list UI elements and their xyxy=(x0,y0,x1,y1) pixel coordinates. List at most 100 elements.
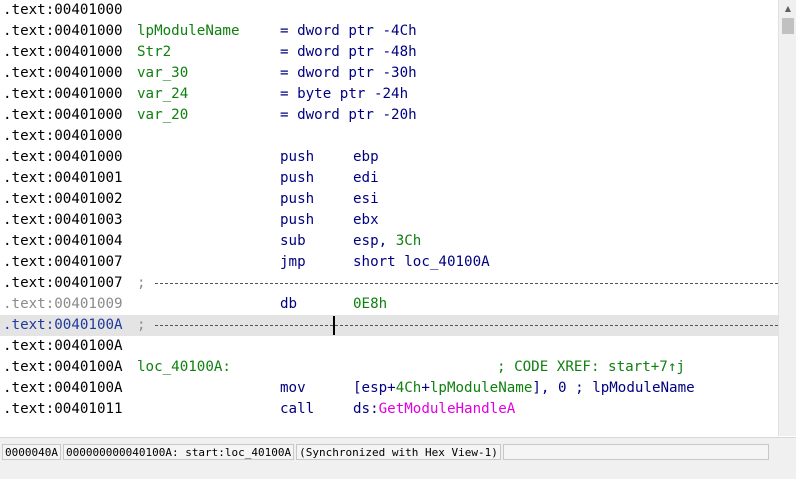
instruction-operands[interactable]: esp, 3Ch xyxy=(353,231,421,252)
operand-text[interactable]: esp, xyxy=(353,233,396,249)
status-cell: 000000000040100A: start:loc_40100A xyxy=(62,444,295,460)
instruction-mnemonic[interactable]: sub xyxy=(280,231,306,252)
listing-line[interactable]: .text:00401011 call ds:GetModuleHandleA xyxy=(0,399,778,420)
line-address[interactable]: .text:00401011 xyxy=(3,399,123,420)
listing-line[interactable]: .text:00401000 push ebp xyxy=(0,147,778,168)
vertical-scrollbar[interactable]: ▲ xyxy=(778,0,796,436)
line-address[interactable]: .text:00401000 xyxy=(3,0,123,21)
operand-text[interactable]: + xyxy=(421,380,430,396)
separator-line xyxy=(155,283,778,284)
instruction-operands[interactable]: esi xyxy=(353,189,379,210)
instruction-mnemonic[interactable]: push xyxy=(280,189,314,210)
status-bar: 0000040A 000000000040100A: start:loc_4010… xyxy=(0,437,796,479)
line-address[interactable]: .text:00401001 xyxy=(3,168,123,189)
stack-var-definition: = dword ptr -20h xyxy=(280,107,417,123)
instruction-mnemonic[interactable]: push xyxy=(280,147,314,168)
status-cells: 0000040A 000000000040100A: start:loc_4010… xyxy=(2,444,771,460)
line-address[interactable]: .text:0040100A xyxy=(3,378,123,399)
line-address[interactable]: .text:0040100A xyxy=(3,315,123,336)
status-cell xyxy=(502,444,769,460)
stack-var-name[interactable]: var_24 xyxy=(137,84,188,105)
code-label[interactable]: loc_40100A: xyxy=(137,357,231,378)
stack-var-name[interactable]: var_30 xyxy=(137,63,188,84)
listing-line[interactable]: .text:00401009 db 0E8h xyxy=(0,294,778,315)
instruction-operands[interactable]: 0E8h xyxy=(353,294,387,315)
instruction-operands[interactable]: ds:GetModuleHandleA xyxy=(353,399,515,420)
status-cell: (Synchronized with Hex View-1) xyxy=(296,444,501,460)
instruction-mnemonic[interactable]: mov xyxy=(280,378,306,399)
separator-comment: ; xyxy=(137,317,146,333)
disassembly-view[interactable]: .text:00401000 .text:00401000 lpModuleName… xyxy=(0,0,778,436)
listing-line[interactable]: .text:00401003 push ebx xyxy=(0,210,778,231)
instruction-operands[interactable]: edi xyxy=(353,168,379,189)
operand-text[interactable]: ebx xyxy=(353,212,379,228)
line-address[interactable]: .text:00401000 xyxy=(3,21,123,42)
stack-var-definition: = dword ptr -4Ch xyxy=(280,23,417,39)
stack-var-name[interactable]: var_20 xyxy=(137,105,188,126)
line-address[interactable]: .text:00401000 xyxy=(3,42,123,63)
listing-line[interactable]: .text:00401000 xyxy=(0,0,778,21)
operand-text[interactable]: ], 0 ; xyxy=(532,380,592,396)
line-address[interactable]: .text:00401004 xyxy=(3,231,123,252)
instruction-mnemonic[interactable]: jmp xyxy=(280,252,306,273)
stack-var-name[interactable]: lpModuleName xyxy=(137,21,240,42)
line-address[interactable]: .text:00401003 xyxy=(3,210,123,231)
line-address[interactable]: .text:0040100A xyxy=(3,336,123,357)
operand-number[interactable]: 3Ch xyxy=(396,233,422,249)
operand-text[interactable]: [esp+ xyxy=(353,380,396,396)
status-cell: 0000040A xyxy=(2,444,61,460)
instruction-mnemonic[interactable]: push xyxy=(280,210,314,231)
line-address[interactable]: .text:00401009 xyxy=(3,294,123,315)
instruction-operands[interactable]: ebp xyxy=(353,147,379,168)
operand-comment[interactable]: lpModuleName xyxy=(592,380,695,396)
listing-line[interactable]: .text:0040100A loc_40100A: ; CODE XREF: st… xyxy=(0,357,778,378)
instruction-mnemonic[interactable]: push xyxy=(280,168,314,189)
listing-line[interactable]: .text:0040100A xyxy=(0,336,778,357)
listing-line[interactable]: .text:00401007; xyxy=(0,273,778,294)
line-address[interactable]: .text:00401000 xyxy=(3,126,123,147)
separator-comment: ; xyxy=(137,275,146,291)
instruction-operands[interactable]: short loc_40100A xyxy=(353,252,490,273)
import-name[interactable]: GetModuleHandleA xyxy=(379,401,516,417)
line-address[interactable]: .text:00401002 xyxy=(3,189,123,210)
listing-line[interactable]: .text:00401007 jmp short loc_40100A xyxy=(0,252,778,273)
xref-comment[interactable]: ; CODE XREF: start+7↑j xyxy=(497,357,685,378)
operand-number[interactable]: 4Ch xyxy=(396,380,422,396)
listing-line[interactable]: .text:00401000 Str2 = dword ptr -48h xyxy=(0,42,778,63)
operand-text[interactable]: short loc_40100A xyxy=(353,254,490,270)
scroll-up-arrow-icon[interactable]: ▲ xyxy=(779,0,796,17)
instruction-operands[interactable]: ebx xyxy=(353,210,379,231)
stack-var-name[interactable]: Str2 xyxy=(137,42,171,63)
listing-line[interactable]: .text:00401000 var_20 = dword ptr -20h xyxy=(0,105,778,126)
listing-line[interactable]: .text:00401002 push esi xyxy=(0,189,778,210)
listing-line[interactable]: .text:0040100A mov [esp+4Ch+lpModuleName],… xyxy=(0,378,778,399)
instruction-mnemonic[interactable]: call xyxy=(280,399,314,420)
instruction-mnemonic[interactable]: db xyxy=(280,294,297,315)
line-address[interactable]: .text:00401000 xyxy=(3,147,123,168)
operand-symbol[interactable]: lpModuleName xyxy=(430,380,533,396)
listing-line[interactable]: .text:0040100A; xyxy=(0,315,778,336)
line-address[interactable]: .text:00401000 xyxy=(3,84,123,105)
stack-var-definition: = dword ptr -48h xyxy=(280,44,417,60)
operand-number[interactable]: 0E8h xyxy=(353,296,387,312)
line-address[interactable]: .text:00401000 xyxy=(3,63,123,84)
operand-text[interactable]: ds: xyxy=(353,401,379,417)
listing-line[interactable]: .text:00401000 var_24 = byte ptr -24h xyxy=(0,84,778,105)
separator-line xyxy=(155,325,778,326)
line-address[interactable]: .text:00401007 xyxy=(3,252,123,273)
listing-line[interactable]: .text:00401000 xyxy=(0,126,778,147)
instruction-operands[interactable]: [esp+4Ch+lpModuleName], 0 ; lpModuleName xyxy=(353,378,695,399)
listing-line[interactable]: .text:00401000 lpModuleName = dword ptr -4… xyxy=(0,21,778,42)
listing-line[interactable]: .text:00401004 sub esp, 3Ch xyxy=(0,231,778,252)
text-cursor xyxy=(333,316,335,335)
stack-var-definition: = dword ptr -30h xyxy=(280,65,417,81)
listing-line[interactable]: .text:00401001 push edi xyxy=(0,168,778,189)
operand-text[interactable]: edi xyxy=(353,170,379,186)
scroll-thumb[interactable] xyxy=(782,18,794,34)
line-address[interactable]: .text:00401007 xyxy=(3,273,123,294)
line-address[interactable]: .text:0040100A xyxy=(3,357,123,378)
operand-text[interactable]: esi xyxy=(353,191,379,207)
line-address[interactable]: .text:00401000 xyxy=(3,105,123,126)
operand-text[interactable]: ebp xyxy=(353,149,379,165)
listing-line[interactable]: .text:00401000 var_30 = dword ptr -30h xyxy=(0,63,778,84)
